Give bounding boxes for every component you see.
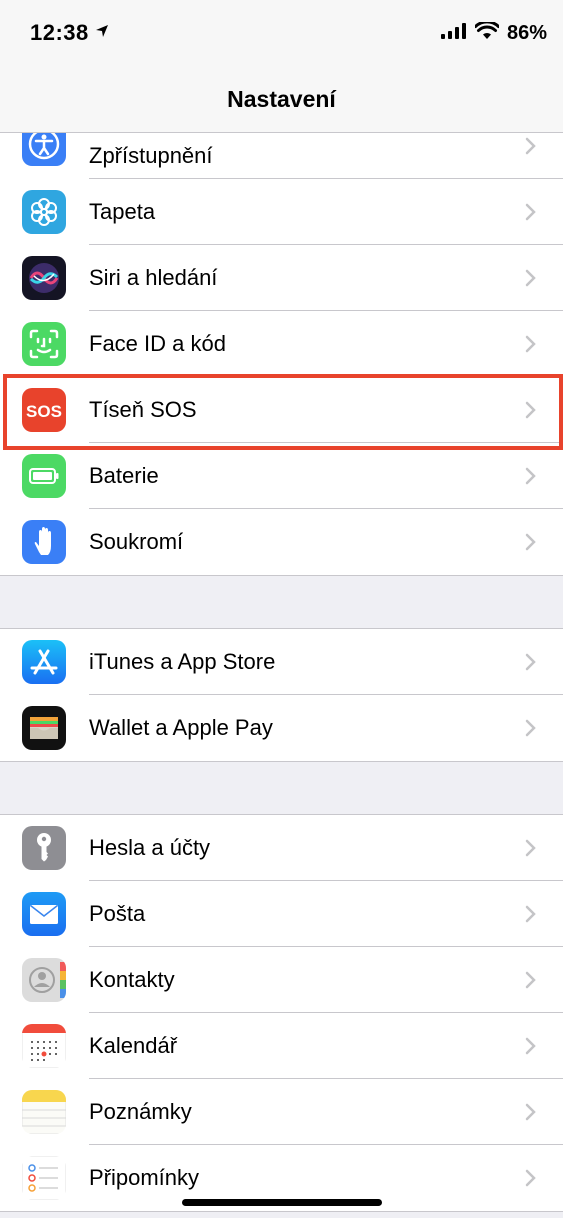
settings-row-label: Poznámky <box>89 1099 192 1124</box>
settings-row-battery[interactable]: Baterie <box>0 443 563 509</box>
settings-row-label: iTunes a App Store <box>89 649 276 674</box>
settings-row-sos[interactable]: SOS Tíseň SOS <box>0 377 563 443</box>
cellular-signal-icon <box>440 23 467 44</box>
mail-icon <box>22 892 66 936</box>
settings-row-face-id[interactable]: Face ID a kód <box>0 311 563 377</box>
chevron-right-icon <box>525 839 537 862</box>
status-bar: 12:38 86% <box>0 0 563 70</box>
settings-row-contacts[interactable]: Kontakty <box>0 947 563 1013</box>
settings-group-general: Zpřístupnění Tapeta Siri a hledání Face … <box>0 133 563 576</box>
face-id-icon <box>22 322 66 366</box>
app-store-icon <box>22 640 66 684</box>
settings-row-app-store[interactable]: iTunes a App Store <box>0 629 563 695</box>
settings-row-label: Soukromí <box>89 529 184 554</box>
settings-row-label: Baterie <box>89 463 159 488</box>
chevron-right-icon <box>525 905 537 928</box>
settings-row-accessibility[interactable]: Zpřístupnění <box>0 133 563 179</box>
chevron-right-icon <box>525 467 537 490</box>
contacts-icon <box>22 958 66 1002</box>
settings-row-label: Pošta <box>89 901 146 926</box>
battery-icon <box>22 454 66 498</box>
status-indicators: 86% <box>440 20 547 45</box>
settings-row-passwords[interactable]: Hesla a účty <box>0 815 563 881</box>
chevron-right-icon <box>525 203 537 226</box>
page-title: Nastavení <box>227 86 336 112</box>
settings-list[interactable]: Zpřístupnění Tapeta Siri a hledání Face … <box>0 133 563 1218</box>
settings-row-privacy[interactable]: Soukromí <box>0 509 563 575</box>
key-icon <box>22 826 66 870</box>
settings-group-apps: Hesla a účty Pošta Kontakty Kalendář Poz… <box>0 814 563 1212</box>
wallet-icon <box>22 706 66 750</box>
notes-icon <box>22 1090 66 1134</box>
chevron-right-icon <box>525 401 537 424</box>
location-arrow-icon <box>95 24 109 43</box>
settings-row-calendar[interactable]: Kalendář <box>0 1013 563 1079</box>
settings-row-mail[interactable]: Pošta <box>0 881 563 947</box>
settings-group-stores: iTunes a App Store Wallet a Apple Pay <box>0 628 563 762</box>
chevron-right-icon <box>525 1103 537 1126</box>
chevron-right-icon <box>525 971 537 994</box>
settings-row-wallet[interactable]: Wallet a Apple Pay <box>0 695 563 761</box>
chevron-right-icon <box>525 269 537 292</box>
svg-text:SOS: SOS <box>26 402 62 421</box>
wallpaper-icon <box>22 190 66 234</box>
chevron-right-icon <box>525 653 537 676</box>
sos-icon: SOS <box>22 388 66 432</box>
settings-row-label: Tapeta <box>89 199 156 224</box>
chevron-right-icon <box>525 1169 537 1192</box>
chevron-right-icon <box>525 533 537 556</box>
settings-row-wallpaper[interactable]: Tapeta <box>0 179 563 245</box>
chevron-right-icon <box>525 719 537 742</box>
accessibility-icon <box>22 133 66 166</box>
settings-row-label: Kontakty <box>89 967 175 992</box>
settings-row-notes[interactable]: Poznámky <box>0 1079 563 1145</box>
settings-row-label: Tíseň SOS <box>89 397 197 422</box>
settings-row-label: Kalendář <box>89 1033 178 1058</box>
calendar-icon <box>22 1024 66 1068</box>
reminders-icon <box>22 1156 66 1200</box>
settings-row-label: Wallet a Apple Pay <box>89 715 273 740</box>
wifi-icon <box>473 20 500 45</box>
settings-row-label: Face ID a kód <box>89 331 226 356</box>
siri-icon <box>22 256 66 300</box>
chevron-right-icon <box>525 1037 537 1060</box>
settings-row-label: Siri a hledání <box>89 265 218 290</box>
battery-percentage: 86% <box>506 22 547 44</box>
privacy-hand-icon <box>22 520 66 564</box>
chevron-right-icon <box>525 137 537 160</box>
settings-row-siri[interactable]: Siri a hledání <box>0 245 563 311</box>
navigation-bar: Nastavení <box>0 70 563 133</box>
status-time: 12:38 <box>30 20 89 45</box>
home-indicator[interactable] <box>182 1199 382 1206</box>
settings-row-label: Hesla a účty <box>89 835 211 860</box>
chevron-right-icon <box>525 335 537 358</box>
